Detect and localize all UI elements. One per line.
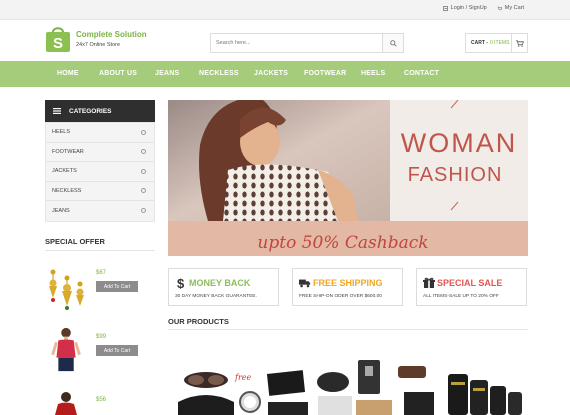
free-label: free	[234, 373, 252, 382]
category-neckless[interactable]: NECKLESS	[46, 182, 154, 201]
svg-text:$: $	[177, 277, 185, 289]
cart-button[interactable]	[511, 34, 527, 52]
my-cart-label: My Cart	[504, 5, 524, 11]
offer-price: $56	[96, 397, 107, 403]
feature-subtitle: ALL ITEMS-SALE UP TO 20% OFF	[423, 294, 499, 299]
svg-text:S: S	[53, 35, 63, 52]
circle-icon	[141, 149, 146, 155]
shopping-bag-logo-icon: S	[46, 27, 70, 52]
red-dress-image[interactable]	[45, 390, 89, 415]
offer-item-3: $56	[45, 390, 155, 415]
feature-title: SPECIAL SALE	[437, 278, 503, 288]
divider	[45, 250, 155, 251]
category-label: NECKLESS	[52, 187, 82, 194]
feature-subtitle: FREE SHIP-ON ODER OVER $600.00	[299, 294, 382, 299]
categories-panel: CATEGORIES HEELS FOOTWEAR JACKETS NECKLE…	[45, 100, 155, 222]
products-image: free	[178, 360, 522, 415]
circle-icon	[141, 129, 146, 135]
nav-contact[interactable]: CONTACT	[404, 70, 439, 77]
search-input[interactable]	[211, 34, 383, 52]
banner-line2: FASHION	[408, 164, 503, 186]
login-link[interactable]: Login / SignUp	[442, 5, 487, 11]
category-label: JEANS	[52, 207, 70, 214]
dollar-icon: $	[177, 277, 185, 289]
cart-widget[interactable]: CART - 0 ITEMS	[465, 33, 528, 53]
cart-label: CART -	[471, 40, 488, 46]
feature-title: FREE SHIPPING	[313, 278, 383, 288]
categories-header[interactable]: CATEGORIES	[45, 100, 155, 122]
banner-image: WOMAN FASHION upto 50% Cashback	[168, 100, 528, 256]
special-offer-title: SPECIAL OFFER	[45, 237, 105, 246]
brand-tagline: 24x7 Online Store	[76, 42, 121, 48]
category-heels[interactable]: HEELS	[46, 123, 154, 143]
category-label: JACKETS	[52, 168, 77, 175]
nav-footwear[interactable]: FOOTWEAR	[304, 70, 346, 77]
categories-title: CATEGORIES	[69, 107, 112, 115]
offer-item-1: $67 Add To Cart	[45, 266, 155, 314]
hero-banner[interactable]: WOMAN FASHION upto 50% Cashback	[168, 100, 528, 256]
category-jackets[interactable]: JACKETS	[46, 162, 154, 182]
category-label: HEELS	[52, 129, 71, 136]
my-cart-link[interactable]: My Cart	[497, 5, 524, 11]
gift-icon	[423, 277, 435, 288]
nav-home[interactable]: HOME	[57, 70, 79, 77]
nav-about-us[interactable]: ABOUT US	[99, 70, 137, 77]
nav-neckless[interactable]: NECKLESS	[199, 70, 239, 77]
add-to-cart-button[interactable]: Add To Cart	[96, 345, 138, 356]
circle-icon	[141, 168, 146, 174]
category-jeans[interactable]: JEANS	[46, 201, 154, 221]
offer-item-2: $99 Add To Cart	[45, 326, 155, 376]
products-collage[interactable]: free	[168, 352, 528, 415]
search-icon	[389, 39, 397, 47]
cart-small-icon	[497, 6, 502, 10]
offer-price: $99	[96, 334, 107, 340]
circle-icon	[141, 188, 146, 194]
top-bar: Login / SignUp My Cart	[0, 0, 570, 20]
truck-icon	[299, 279, 311, 288]
category-label: FOOTWEAR	[52, 148, 84, 155]
feature-subtitle: 30 DAY MONEY BACK GUARANTEE.	[175, 294, 257, 299]
feature-money-back[interactable]: $ MONEY BACK 30 DAY MONEY BACK GUARANTEE…	[168, 268, 279, 306]
earrings-image[interactable]	[45, 266, 89, 314]
offer-price: $67	[96, 270, 107, 276]
search-button[interactable]	[382, 34, 403, 52]
login-label: Login / SignUp	[450, 5, 487, 11]
top-links: Login / SignUp My Cart	[442, 5, 524, 11]
our-products-title: OUR PRODUCTS	[168, 317, 229, 326]
circle-icon	[141, 208, 146, 214]
nav-jackets[interactable]: JACKETS	[254, 70, 288, 77]
cart-icon	[515, 39, 524, 47]
main-nav: HOME ABOUT US JEANS NECKLESS JACKETS FOO…	[0, 61, 570, 87]
login-icon	[442, 5, 448, 11]
divider	[168, 329, 528, 330]
nav-heels[interactable]: HEELS	[361, 70, 385, 77]
categories-list: HEELS FOOTWEAR JACKETS NECKLESS JEANS	[45, 122, 155, 222]
brand-name: Complete Solution	[76, 30, 147, 39]
feature-title: MONEY BACK	[189, 278, 251, 288]
banner-cashback: upto 50% Cashback	[257, 233, 428, 253]
site-logo[interactable]: S	[45, 25, 71, 53]
feature-special-sale[interactable]: SPECIAL SALE ALL ITEMS-SALE UP TO 20% OF…	[416, 268, 527, 306]
add-to-cart-button[interactable]: Add To Cart	[96, 281, 138, 292]
search-box	[210, 33, 404, 53]
banner-line1: WOMAN	[401, 128, 517, 158]
menu-icon	[53, 108, 61, 114]
red-top-image[interactable]	[45, 326, 89, 374]
cart-items-count: 0 ITEMS	[489, 40, 510, 46]
feature-free-shipping[interactable]: FREE SHIPPING FREE SHIP-ON ODER OVER $60…	[292, 268, 403, 306]
category-footwear[interactable]: FOOTWEAR	[46, 143, 154, 162]
nav-jeans[interactable]: JEANS	[155, 70, 179, 77]
